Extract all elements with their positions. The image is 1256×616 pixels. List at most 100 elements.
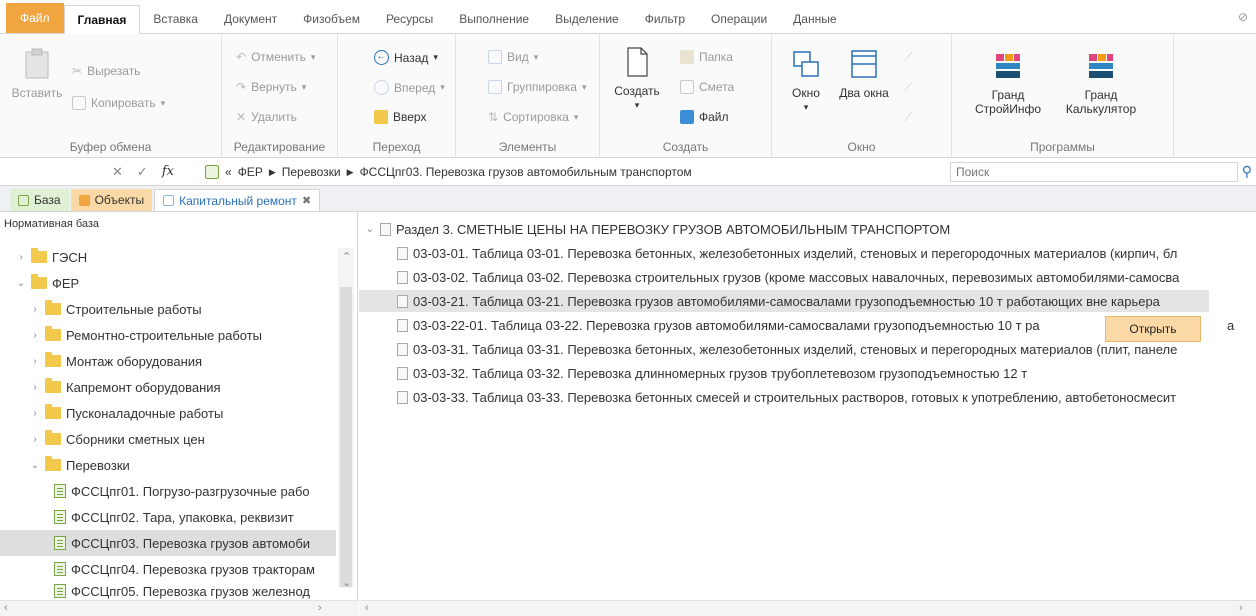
- list-item[interactable]: 03-03-32. Таблица 03-32. Перевозка длинн…: [359, 362, 1256, 384]
- chevron-right-icon[interactable]: ›: [30, 304, 40, 315]
- tree-item-repair-construction[interactable]: › Ремонтно-строительные работы: [0, 322, 336, 348]
- tab-insert[interactable]: Вставка: [140, 5, 211, 33]
- cancel-icon[interactable]: ✕: [112, 164, 123, 180]
- chevron-right-icon[interactable]: ›: [30, 382, 40, 393]
- scroll-down-icon[interactable]: ⌄: [342, 576, 351, 589]
- window-tool-2[interactable]: ⟋: [904, 80, 912, 95]
- tab-physical-volume[interactable]: Физобъем: [290, 5, 373, 33]
- tree-item-fer[interactable]: ⌄ ФЕР: [0, 270, 336, 296]
- scroll-up-icon[interactable]: ⌃: [342, 250, 351, 263]
- vertical-scrollbar-thumb[interactable]: [340, 287, 352, 587]
- tab-document[interactable]: Документ: [211, 5, 290, 33]
- tree-item-price-collections[interactable]: › Сборники сметных цен: [0, 426, 336, 452]
- chevron-right-icon[interactable]: ›: [30, 330, 40, 341]
- back-button[interactable]: ← Назад ▾: [374, 50, 438, 65]
- two-windows-button[interactable]: Два окна: [836, 48, 892, 100]
- scroll-left-icon[interactable]: ‹: [4, 602, 8, 614]
- redo-icon: ↷: [236, 80, 247, 94]
- tree-item-fsscpg03[interactable]: ФССЦпг03. Перевозка грузов автомоби: [0, 530, 336, 556]
- help-icon[interactable]: ⊘: [1238, 10, 1248, 24]
- forward-arrow-icon: [374, 80, 389, 95]
- sorting-button[interactable]: ⇅ Сортировка ▾: [488, 110, 578, 124]
- list-item[interactable]: 03-03-02. Таблица 03-02. Перевозка строи…: [359, 266, 1256, 288]
- list-item[interactable]: 03-03-33. Таблица 03-33. Перевозка бетон…: [359, 386, 1256, 408]
- tree-item-fsscpg04[interactable]: ФССЦпг04. Перевозка грузов тракторам: [0, 556, 336, 582]
- tab-objects[interactable]: Объекты: [70, 189, 153, 211]
- file-button[interactable]: Файл: [680, 110, 729, 124]
- list-item[interactable]: 03-03-01. Таблица 03-01. Перевозка бетон…: [359, 242, 1256, 264]
- folder-icon: [31, 274, 47, 289]
- chevron-down-icon[interactable]: ⌄: [30, 460, 40, 471]
- paste-button[interactable]: Вставить: [12, 48, 62, 100]
- list-item-selected[interactable]: 03-03-21. Таблица 03-21. Перевозка грузо…: [359, 290, 1209, 312]
- tree-item-fsscpg02[interactable]: ФССЦпг02. Тара, упаковка, реквизит: [0, 504, 336, 530]
- chevron-right-icon[interactable]: ›: [30, 356, 40, 367]
- chevron-right-icon[interactable]: ›: [30, 408, 40, 419]
- search-icon[interactable]: ⚲: [1242, 163, 1252, 180]
- two-windows-icon: [851, 50, 877, 78]
- redo-button[interactable]: ↷ Вернуть ▾: [236, 80, 306, 94]
- tree-item-fsscpg05[interactable]: ФССЦпг05. Перевозка грузов железнод: [0, 582, 336, 600]
- folder-button[interactable]: Папка: [680, 50, 733, 64]
- delete-button[interactable]: ✕ Удалить: [236, 110, 297, 124]
- tab-filter[interactable]: Фильтр: [632, 5, 698, 33]
- grand-calculator-button[interactable]: Гранд Калькулятор: [1058, 50, 1144, 116]
- tab-base[interactable]: База: [10, 189, 69, 211]
- search-input[interactable]: [950, 162, 1238, 182]
- tab-selection[interactable]: Выделение: [542, 5, 632, 33]
- undo-label: Отменить: [251, 50, 306, 64]
- cut-button[interactable]: ✂ Вырезать: [72, 64, 140, 78]
- chevron-right-icon[interactable]: ›: [30, 434, 40, 445]
- view-button[interactable]: Вид ▾: [488, 50, 538, 64]
- chevron-down-icon: ▾: [803, 102, 809, 112]
- tree-item-equipment-installation[interactable]: › Монтаж оборудования: [0, 348, 336, 374]
- create-button[interactable]: Создать ▾: [610, 46, 664, 112]
- tab-capital-repair[interactable]: Капитальный ремонт ✖: [154, 189, 321, 211]
- tab-home[interactable]: Главная: [63, 5, 141, 34]
- open-button[interactable]: Открыть: [1105, 316, 1201, 342]
- grouping-label: Группировка: [507, 80, 577, 94]
- undo-button[interactable]: ↶ Отменить ▾: [236, 50, 315, 64]
- window-icon: [793, 51, 819, 77]
- copy-button[interactable]: Копировать ▾: [72, 96, 165, 110]
- window-tool-3[interactable]: ⟋: [904, 110, 912, 125]
- scroll-left-icon[interactable]: ‹: [365, 602, 369, 614]
- tree-item-transport[interactable]: ⌄ Перевозки: [0, 452, 336, 478]
- window-button[interactable]: Окно ▾: [784, 48, 828, 114]
- two-windows-label: Два окна: [839, 86, 889, 100]
- breadcrumb-back-icon[interactable]: «: [225, 165, 232, 179]
- chevron-right-icon[interactable]: ›: [16, 252, 26, 263]
- section-header[interactable]: ⌄ Раздел 3. СМЕТНЫЕ ЦЕНЫ НА ПЕРЕВОЗКУ ГР…: [359, 218, 1256, 240]
- close-icon[interactable]: ✖: [302, 194, 311, 207]
- confirm-icon[interactable]: ✓: [137, 164, 148, 180]
- horizontal-scrollbar[interactable]: ‹ ›: [359, 600, 1256, 616]
- breadcrumb-item-transport[interactable]: Перевозки: [282, 165, 341, 179]
- grouping-button[interactable]: Группировка ▾: [488, 80, 587, 94]
- up-button[interactable]: Вверх: [374, 110, 426, 124]
- tree-item-label: ГЭСН: [52, 249, 88, 265]
- document-icon: [397, 270, 408, 284]
- tree-item-commissioning[interactable]: › Пусконаладочные работы: [0, 400, 336, 426]
- chevron-down-icon[interactable]: ⌄: [365, 224, 375, 235]
- scroll-right-icon[interactable]: ›: [318, 602, 322, 614]
- grand-stroyinfo-button[interactable]: Гранд СтройИнфо: [972, 50, 1044, 116]
- tab-operations[interactable]: Операции: [698, 5, 780, 33]
- tree-item-gesn[interactable]: › ГЭСН: [0, 244, 336, 270]
- chevron-down-icon[interactable]: ⌄: [16, 278, 26, 289]
- forward-button[interactable]: Вперед ▾: [374, 80, 445, 95]
- breadcrumb-item-fer[interactable]: ФЕР: [238, 165, 263, 179]
- tab-execution[interactable]: Выполнение: [446, 5, 542, 33]
- tab-data[interactable]: Данные: [780, 5, 849, 33]
- horizontal-scrollbar[interactable]: ‹ ›: [0, 600, 358, 616]
- tree-item-equipment-overhaul[interactable]: › Капремонт оборудования: [0, 374, 336, 400]
- scroll-right-icon[interactable]: ›: [1239, 602, 1243, 614]
- tab-resources[interactable]: Ресурсы: [373, 5, 446, 33]
- tree-item-construction[interactable]: › Строительные работы: [0, 296, 336, 322]
- tree-item-fsscpg01[interactable]: ФССЦпг01. Погрузо-разгрузочные рабо: [0, 478, 336, 504]
- breadcrumb-item-current[interactable]: ФССЦпг03. Перевозка грузов автомобильным…: [360, 165, 692, 179]
- tab-file[interactable]: Файл: [6, 3, 64, 33]
- function-icon[interactable]: fx: [162, 164, 174, 180]
- document-icon: [397, 246, 408, 260]
- window-tool-1[interactable]: ⟋: [904, 50, 912, 65]
- estimate-button[interactable]: Смета: [680, 80, 734, 94]
